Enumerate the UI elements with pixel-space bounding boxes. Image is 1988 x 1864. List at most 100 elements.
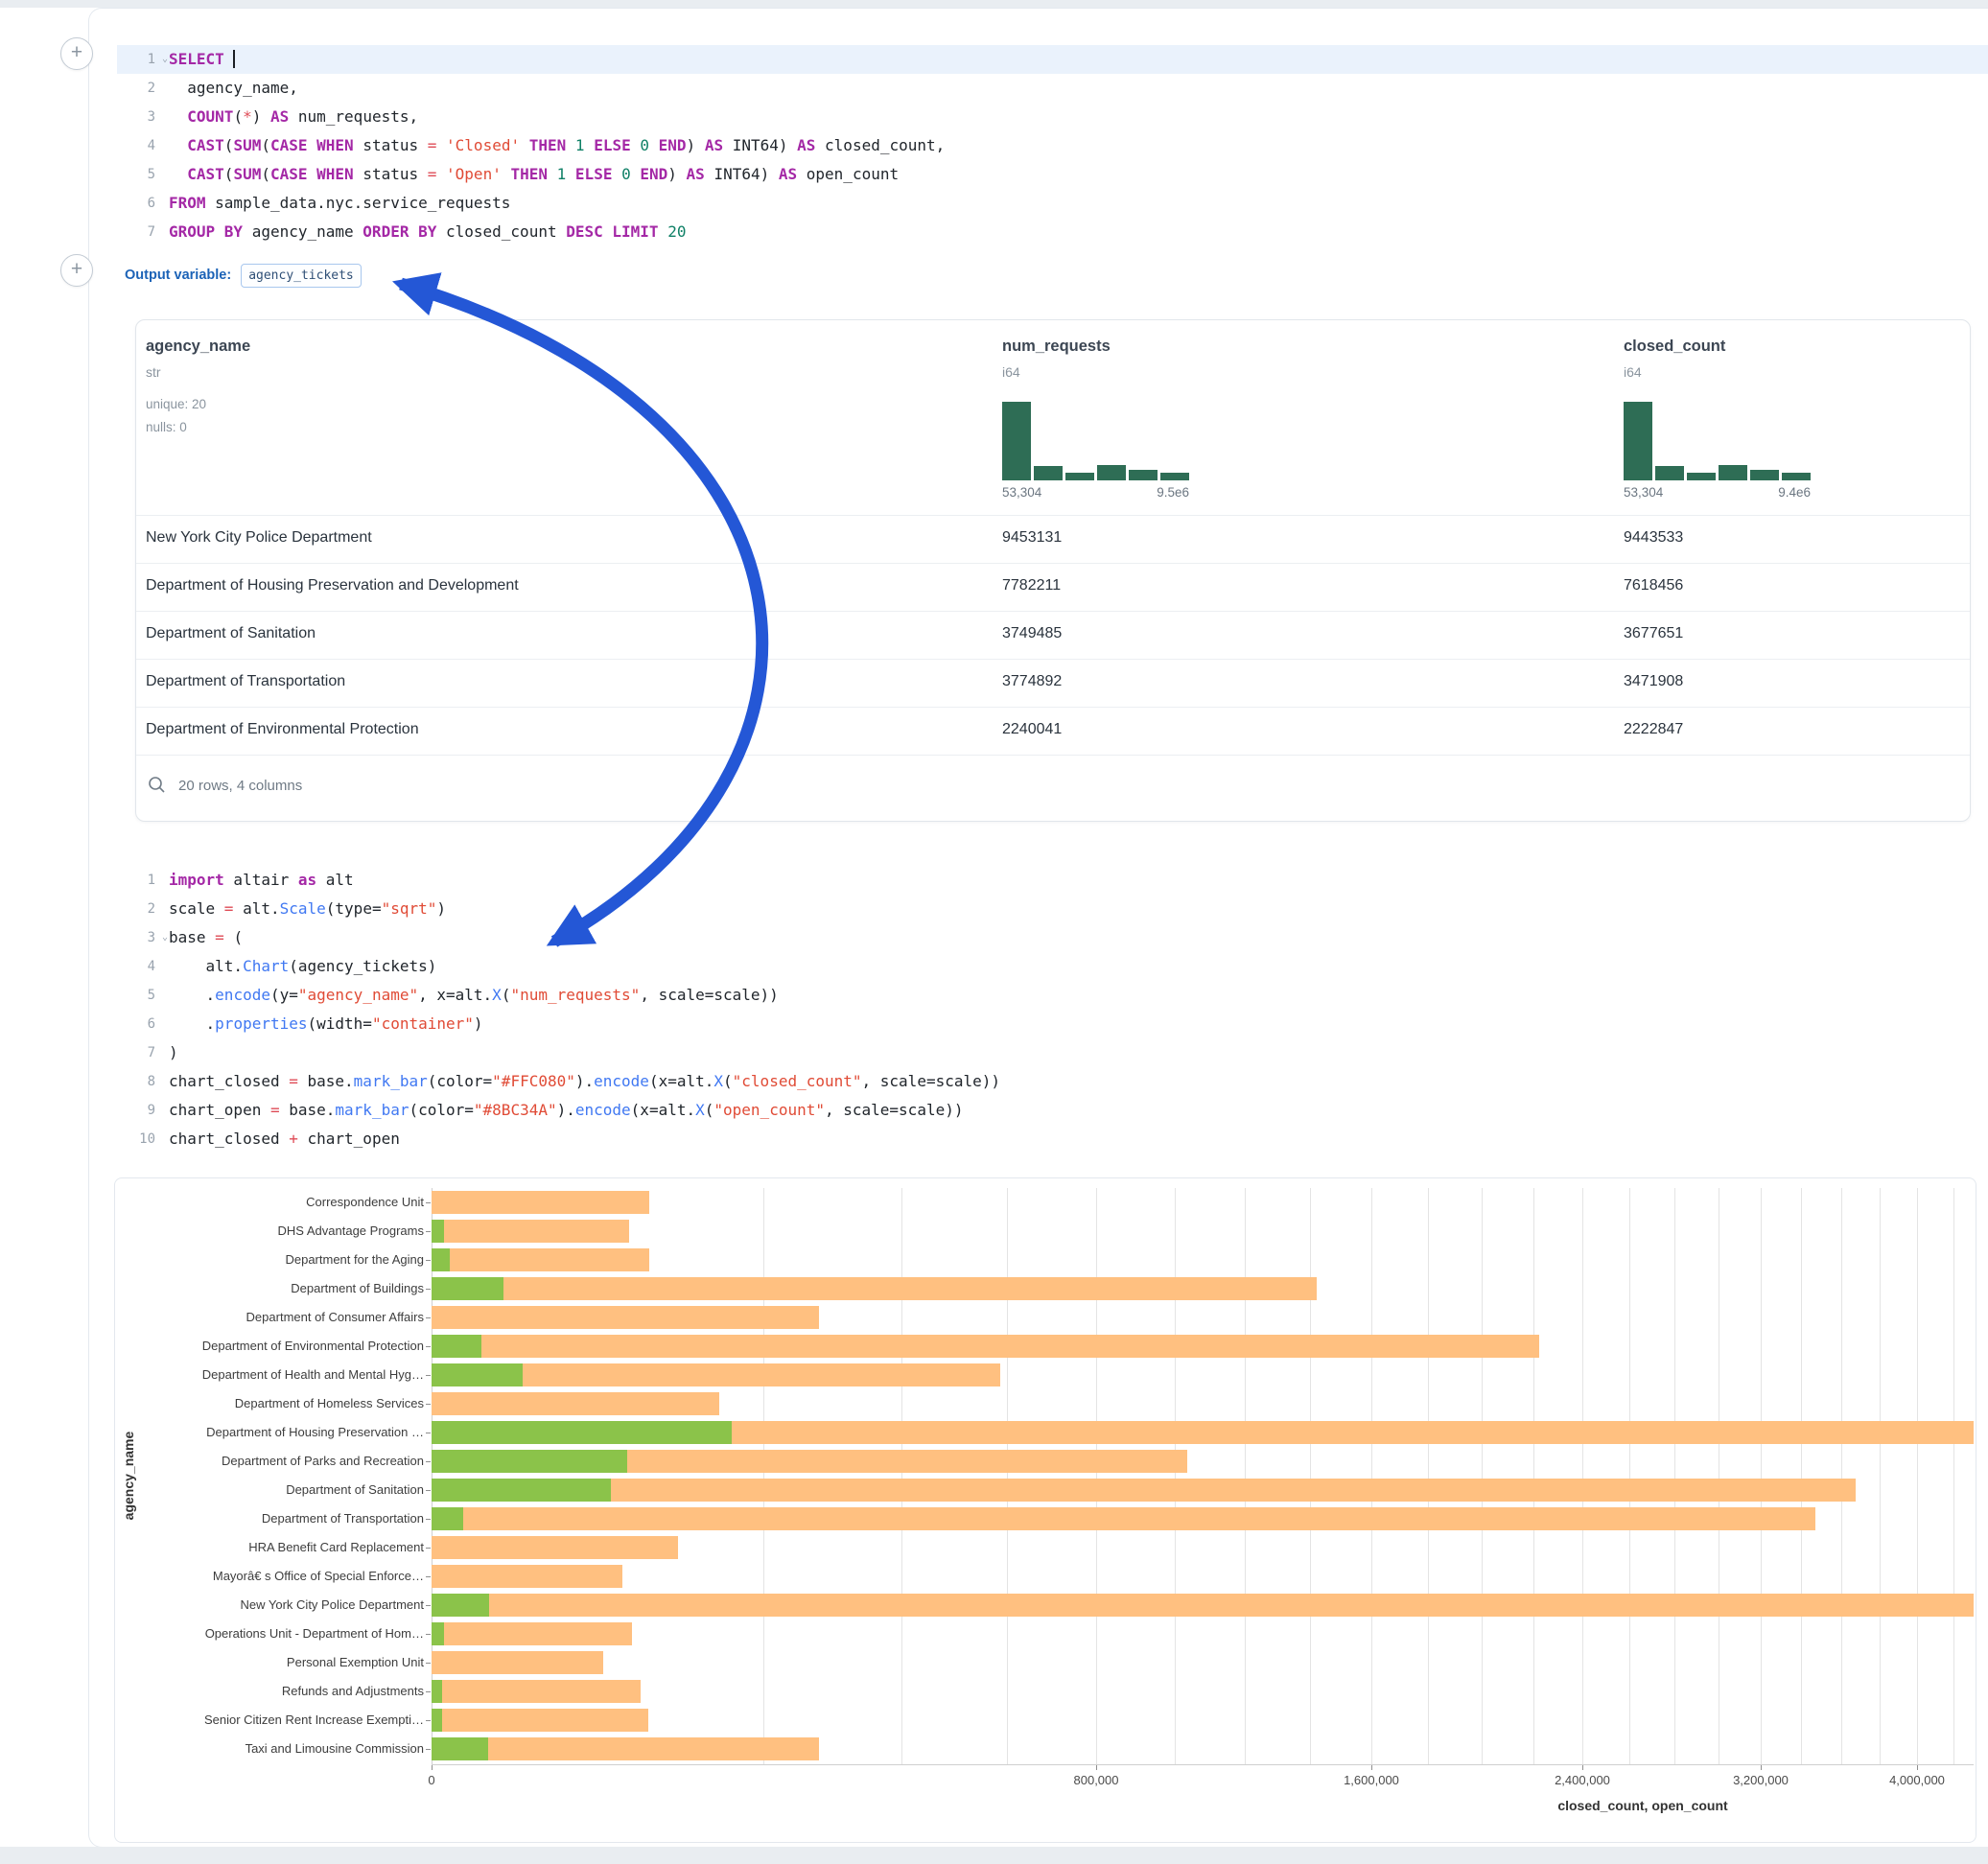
code-line[interactable]: 3⌄base = (: [117, 923, 1988, 952]
y-tick: [426, 1749, 431, 1750]
y-tick: [426, 1346, 431, 1347]
code-line[interactable]: 10chart_closed + chart_open: [117, 1125, 1988, 1153]
code-line[interactable]: 4 CAST(SUM(CASE WHEN status = 'Closed' T…: [117, 131, 1988, 160]
line-number: 10: [117, 1125, 155, 1153]
code-line[interactable]: 7GROUP BY agency_name ORDER BY closed_co…: [117, 218, 1988, 246]
table-row[interactable]: Department of Sanitation37494853677651: [136, 611, 1970, 659]
cell-value: 9453131: [1002, 529, 1062, 547]
gridline: [1482, 1188, 1483, 1764]
x-tick: [432, 1765, 433, 1770]
code-text[interactable]: scale = alt.Scale(type="sqrt"): [155, 895, 446, 923]
y-tick: [426, 1231, 431, 1232]
code-text[interactable]: FROM sample_data.nyc.service_requests: [155, 189, 510, 218]
gridline: [1428, 1188, 1429, 1764]
y-tick: [426, 1548, 431, 1549]
bar-open_count: [432, 1363, 523, 1386]
code-line[interactable]: 6 .properties(width="container"): [117, 1010, 1988, 1038]
code-line[interactable]: 1import altair as alt: [117, 866, 1988, 895]
column-header-closed_count[interactable]: closed_count: [1624, 338, 1725, 356]
code-line[interactable]: 3 COUNT(*) AS num_requests,: [117, 103, 1988, 131]
column-header-num_requests[interactable]: num_requests: [1002, 338, 1111, 356]
code-line[interactable]: 8chart_closed = base.mark_bar(color="#FF…: [117, 1067, 1988, 1096]
line-number: 7: [117, 218, 155, 246]
line-number: 4: [117, 131, 155, 160]
y-tick: [426, 1720, 431, 1721]
y-tick: [426, 1375, 431, 1376]
python-cell[interactable]: 1import altair as alt2scale = alt.Scale(…: [117, 866, 1988, 1153]
cell-value: Department of Sanitation: [146, 625, 316, 642]
histogram-bar: [1624, 402, 1652, 480]
code-line[interactable]: 4 alt.Chart(agency_tickets): [117, 952, 1988, 981]
fold-chevron-icon[interactable]: ⌄: [162, 45, 168, 74]
cell-value: 2222847: [1624, 721, 1683, 738]
range-max: 9.5e6: [1157, 485, 1189, 500]
histogram-range: 53,3049.4e6: [1624, 485, 1811, 500]
x-axis-title: closed_count, open_count: [1557, 1798, 1727, 1813]
table-row[interactable]: Department of Environmental Protection 22…: [136, 707, 1970, 755]
code-text[interactable]: base = (: [155, 923, 243, 952]
gridline: [763, 1188, 764, 1764]
code-line[interactable]: 7): [117, 1038, 1988, 1067]
category-label: Department of Sanitation: [150, 1476, 424, 1504]
add-cell-button[interactable]: +: [60, 254, 93, 287]
output-variable-chip[interactable]: agency_tickets: [241, 264, 362, 288]
code-text[interactable]: import altair as alt: [155, 866, 354, 895]
code-text[interactable]: GROUP BY agency_name ORDER BY closed_cou…: [155, 218, 686, 246]
code-text[interactable]: ): [155, 1038, 178, 1067]
table-row[interactable]: Department of Housing Preservation and D…: [136, 563, 1970, 611]
code-line[interactable]: 5 CAST(SUM(CASE WHEN status = 'Open' THE…: [117, 160, 1988, 189]
cell-value: 7782211: [1002, 577, 1061, 594]
code-text[interactable]: .encode(y="agency_name", x=alt.X("num_re…: [155, 981, 779, 1010]
code-line[interactable]: 6FROM sample_data.nyc.service_requests: [117, 189, 1988, 218]
column-header-agency_name[interactable]: agency_name: [146, 338, 250, 356]
gridline: [1007, 1188, 1008, 1764]
code-text[interactable]: COUNT(*) AS num_requests,: [155, 103, 418, 131]
table-row[interactable]: Department of Transportation377489234719…: [136, 659, 1970, 707]
bar-closed_count: [432, 1565, 622, 1588]
gridline: [1245, 1188, 1246, 1764]
gridline: [1953, 1188, 1954, 1764]
code-line[interactable]: 1⌄SELECT: [117, 45, 1988, 74]
search-icon[interactable]: [148, 776, 167, 795]
category-label: Department of Homeless Services: [150, 1389, 424, 1418]
table-row[interactable]: New York City Police Department945313194…: [136, 515, 1970, 563]
histogram-bar: [1160, 473, 1189, 480]
gridline: [1880, 1188, 1881, 1764]
code-line[interactable]: 2scale = alt.Scale(type="sqrt"): [117, 895, 1988, 923]
code-line[interactable]: 5 .encode(y="agency_name", x=alt.X("num_…: [117, 981, 1988, 1010]
y-tick: [426, 1691, 431, 1692]
category-label: New York City Police Department: [150, 1591, 424, 1619]
category-label: Mayorâ€ s Office of Special Enforce…: [150, 1562, 424, 1591]
x-tick: [1917, 1765, 1918, 1770]
code-text[interactable]: alt.Chart(agency_tickets): [155, 952, 436, 981]
code-text[interactable]: chart_closed + chart_open: [155, 1125, 400, 1153]
bar-closed_count: [432, 1392, 719, 1415]
category-label: Department of Consumer Affairs: [150, 1303, 424, 1332]
code-text[interactable]: CAST(SUM(CASE WHEN status = 'Closed' THE…: [155, 131, 945, 160]
output-variable-label: Output variable:: [125, 268, 231, 283]
cell-value: Department of Environmental Protection: [146, 721, 419, 738]
code-text[interactable]: .properties(width="container"): [155, 1010, 483, 1038]
code-text[interactable]: CAST(SUM(CASE WHEN status = 'Open' THEN …: [155, 160, 899, 189]
y-tick: [426, 1461, 431, 1462]
code-text[interactable]: agency_name,: [155, 74, 298, 103]
code-line[interactable]: 9chart_open = base.mark_bar(color="#8BC3…: [117, 1096, 1988, 1125]
column-stats: unique: 20: [146, 397, 206, 411]
add-cell-button[interactable]: +: [60, 37, 93, 70]
fold-chevron-icon[interactable]: ⌄: [162, 923, 168, 952]
category-label: Personal Exemption Unit: [150, 1648, 424, 1677]
table-footer: 20 rows, 4 columns: [136, 771, 302, 800]
sql-cell[interactable]: 1⌄SELECT 2 agency_name,3 COUNT(*) AS num…: [117, 45, 1988, 246]
code-line[interactable]: 2 agency_name,: [117, 74, 1988, 103]
gridline: [1096, 1188, 1097, 1764]
line-number: 9: [117, 1096, 155, 1125]
code-text[interactable]: chart_closed = base.mark_bar(color="#FFC…: [155, 1067, 1000, 1096]
code-text[interactable]: chart_open = base.mark_bar(color="#8BC34…: [155, 1096, 963, 1125]
bar-closed_count: [432, 1335, 1539, 1358]
bar-closed_count: [432, 1479, 1856, 1502]
bar-open_count: [432, 1335, 481, 1358]
y-tick: [426, 1490, 431, 1491]
y-tick: [426, 1576, 431, 1577]
category-label: Operations Unit - Department of Hom…: [150, 1619, 424, 1648]
histogram-bar: [1719, 465, 1747, 480]
